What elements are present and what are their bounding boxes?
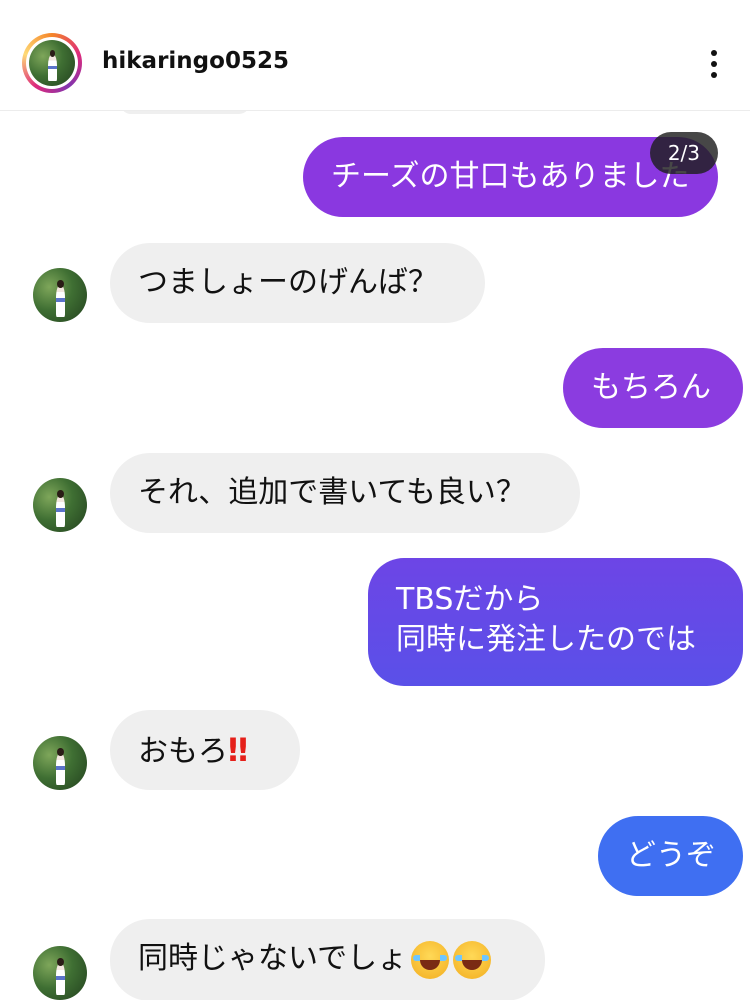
message-text-line-1: TBSだから: [396, 582, 544, 617]
face-with-tears-of-joy-icon: [453, 940, 492, 979]
sender-avatar[interactable]: [33, 478, 87, 532]
avatar-photo: [29, 40, 75, 86]
face-with-tears-of-joy-icon: [411, 940, 450, 979]
message-text: チーズの甘口もありました: [331, 159, 690, 194]
message-list: チーズの甘口もありました 2/3 つましょーのげんば？ もちろん それ、追加で書…: [0, 110, 750, 1000]
outgoing-message[interactable]: もちろん: [563, 348, 743, 428]
more-options-icon[interactable]: [702, 50, 726, 80]
incoming-message[interactable]: それ、追加で書いても良い？: [110, 453, 580, 533]
message-text: それ、追加で書いても良い？: [138, 475, 526, 510]
sender-avatar[interactable]: [33, 736, 87, 790]
outgoing-message[interactable]: TBSだから 同時に発注したのでは: [368, 558, 743, 686]
sender-avatar[interactable]: [33, 946, 87, 1000]
profile-avatar[interactable]: [22, 33, 82, 93]
incoming-message[interactable]: 同時じゃないでしょ: [110, 919, 545, 1000]
message-text: もちろん: [591, 370, 711, 405]
message-text: どうぞ: [626, 838, 716, 873]
message-text: おもろ: [138, 734, 228, 769]
message-text-line-2: 同時に発注したのでは: [396, 622, 696, 657]
sender-avatar[interactable]: [33, 268, 87, 322]
incoming-message[interactable]: おもろ‼: [110, 710, 300, 790]
message-text: 同時じゃないでしょ: [138, 941, 408, 976]
page-counter-badge: 2/3: [649, 132, 718, 174]
outgoing-message[interactable]: どうぞ: [598, 816, 743, 896]
double-exclamation-icon: ‼: [228, 731, 248, 769]
incoming-message[interactable]: つましょーのげんば？: [110, 243, 485, 323]
username[interactable]: hikaringo0525: [102, 48, 289, 74]
message-text: つましょーのげんば？: [138, 265, 438, 300]
chat-header: hikaringo0525: [0, 0, 750, 111]
